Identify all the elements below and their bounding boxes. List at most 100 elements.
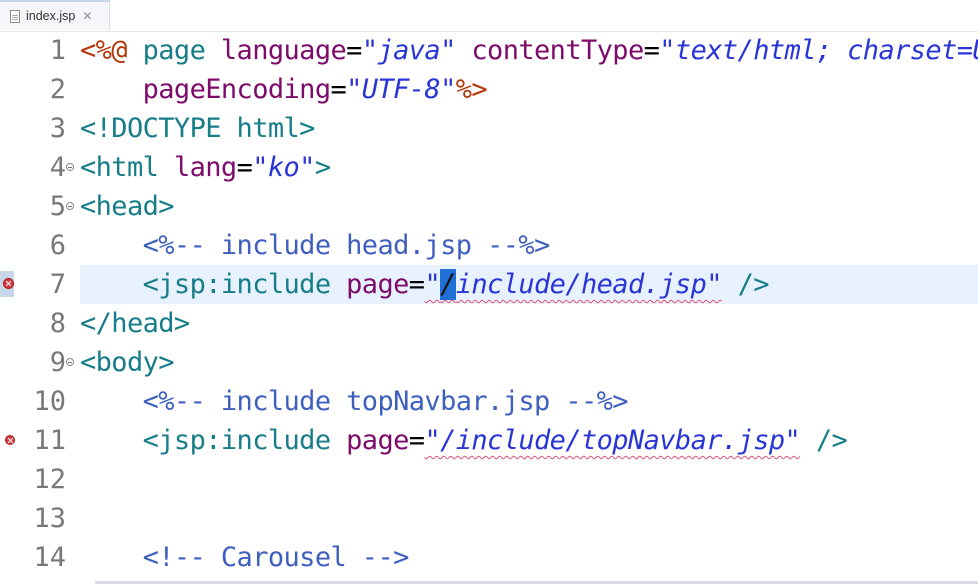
error-icon[interactable] (5, 435, 15, 445)
line-number: 12 (33, 464, 66, 495)
error-icon[interactable] (3, 278, 14, 289)
annotation-ruler[interactable] (0, 265, 18, 304)
line-number: 5 (49, 191, 66, 222)
line-number: 3 (49, 113, 66, 144)
code-line[interactable]: 9 <body> (0, 343, 978, 382)
code-token: <!-- Carousel --> (142, 542, 410, 573)
code-token: lang (173, 152, 237, 183)
code-line[interactable]: 7 <jsp:include page="/include/head.jsp" … (0, 265, 978, 304)
code-token: "ko" (252, 152, 315, 183)
line-number: 6 (49, 230, 66, 261)
annotation-ruler[interactable] (0, 304, 18, 343)
annotation-ruler[interactable] (0, 31, 18, 70)
code-token: = (408, 425, 425, 456)
code-text: <!DOCTYPE html> (80, 109, 315, 148)
annotation-ruler[interactable] (0, 421, 18, 460)
code-text: <jsp:include page="/include/topNavbar.js… (80, 421, 848, 460)
annotation-ruler[interactable] (0, 382, 18, 421)
annotation-ruler[interactable] (0, 187, 18, 226)
code-line[interactable]: 1 <%@ page language="java" contentType="t… (0, 31, 978, 70)
code-line[interactable]: 5 <head> (0, 187, 978, 226)
code-line[interactable]: 2 pageEncoding="UTF-8"%> (0, 70, 978, 109)
line-number: 4 (49, 152, 66, 183)
code-text: pageEncoding="UTF-8"%> (80, 70, 488, 109)
code-token: <%-- include head.jsp --%> (142, 230, 551, 261)
code-text: <body> (80, 343, 175, 382)
annotation-ruler[interactable] (0, 343, 18, 382)
fold-collapse-icon[interactable] (66, 163, 74, 171)
line-number: 9 (49, 347, 66, 378)
code-line[interactable]: 6 <%-- include head.jsp --%> (0, 226, 978, 265)
code-line[interactable]: 11 <jsp:include page="/include/topNavbar… (0, 421, 978, 460)
jsp-file-icon (10, 9, 20, 23)
code-token: <jsp:include (142, 425, 347, 456)
code-text: <!-- Carousel --> (80, 538, 410, 577)
code-line[interactable]: 8 </head> (0, 304, 978, 343)
fold-collapse-icon[interactable] (66, 202, 74, 210)
code-text: <%-- include topNavbar.jsp --%> (80, 382, 629, 421)
code-token: = (408, 269, 425, 300)
annotation-ruler[interactable] (0, 109, 18, 148)
close-icon[interactable]: ✕ (82, 9, 92, 23)
tab-index-jsp[interactable]: index.jsp ✕ (0, 0, 110, 30)
code-token: " (424, 269, 441, 300)
code-token: "UTF-8" (346, 74, 456, 105)
tab-label: index.jsp (26, 9, 76, 23)
annotation-ruler[interactable] (0, 226, 18, 265)
code-text: <head> (80, 187, 175, 226)
code-editor[interactable]: 1 <%@ page language="java" contentType="t… (0, 31, 978, 584)
line-number: 10 (33, 386, 66, 417)
code-token: = (346, 35, 362, 66)
code-line[interactable]: 3 <!DOCTYPE html> (0, 109, 978, 148)
annotation-ruler[interactable] (0, 538, 18, 577)
code-token: <%@ (80, 35, 143, 66)
code-token: /> (737, 269, 770, 300)
code-token: page (142, 35, 221, 66)
annotation-ruler[interactable] (0, 70, 18, 109)
code-token: <%-- include topNavbar.jsp --%> (142, 386, 629, 417)
code-token: pageEncoding (142, 74, 331, 105)
fold-collapse-icon[interactable] (66, 358, 74, 366)
code-text: <html lang="ko"> (80, 148, 331, 187)
code-token: = (236, 152, 253, 183)
code-line[interactable]: 10 <%-- include topNavbar.jsp --%> (0, 382, 978, 421)
code-token: = (330, 74, 347, 105)
code-token: <html (80, 152, 174, 183)
code-text: </head> (80, 304, 190, 343)
editor-tab-bar: index.jsp ✕ (0, 0, 978, 32)
code-token: "/include/topNavbar.jsp" (424, 425, 801, 456)
code-text: <%@ page language="java" contentType="te… (80, 31, 978, 70)
code-line[interactable]: 13 (0, 499, 978, 538)
code-token: %> (455, 74, 488, 105)
code-token: / (440, 269, 456, 300)
line-number: 14 (33, 542, 66, 573)
code-token: page (346, 425, 409, 456)
line-number: 8 (49, 308, 66, 339)
code-token: "java" (361, 35, 457, 66)
code-line[interactable]: 4 <html lang="ko"> (0, 148, 978, 187)
code-token: language (220, 35, 347, 66)
annotation-ruler[interactable] (0, 499, 18, 538)
line-number: 7 (49, 269, 66, 300)
annotation-ruler[interactable] (0, 460, 18, 499)
code-token: contentType (471, 35, 644, 66)
code-text: <%-- include head.jsp --%> (80, 226, 551, 265)
code-text: <jsp:include page="/include/head.jsp" /> (80, 265, 769, 304)
code-line[interactable]: 12 (0, 460, 978, 499)
code-line[interactable]: 14 <!-- Carousel --> (0, 538, 978, 577)
line-number: 1 (49, 35, 66, 66)
code-token: "text/html; charset=UTF-8" (659, 35, 978, 66)
code-token: /> (815, 425, 848, 456)
code-token: <!DOCTYPE html> (80, 113, 315, 144)
annotation-ruler[interactable] (0, 148, 18, 187)
code-token: > (314, 152, 331, 183)
